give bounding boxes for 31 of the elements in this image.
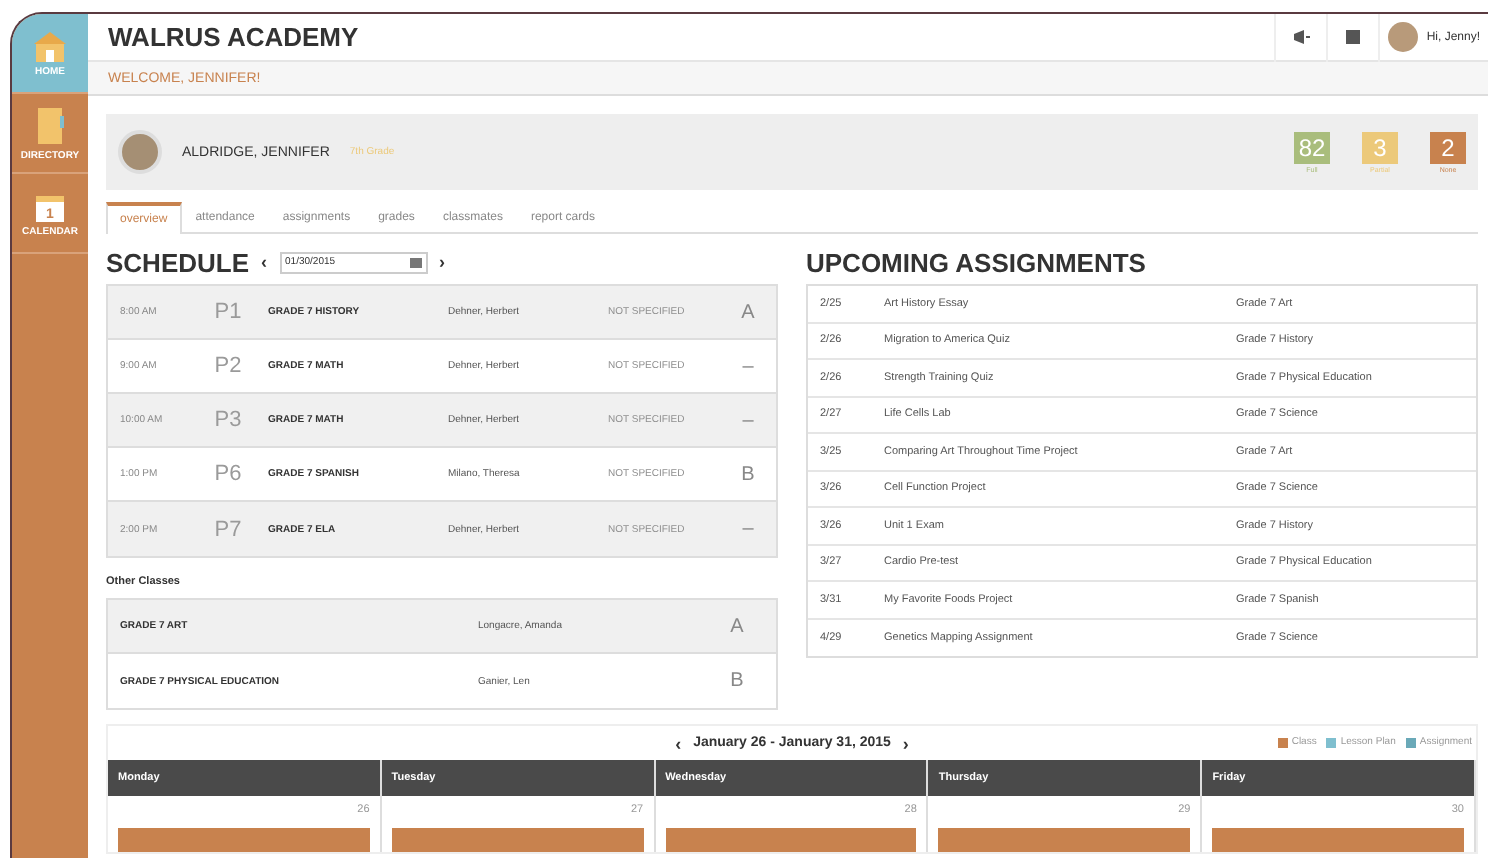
period-label: P2 xyxy=(212,354,244,378)
next-button[interactable]: › xyxy=(902,733,909,753)
grade-letter: – xyxy=(740,409,756,431)
calendar-event[interactable] xyxy=(938,828,1191,852)
prev-button[interactable]: ‹ xyxy=(675,733,682,753)
stat-value: 3 xyxy=(1362,131,1398,163)
stat-value: 2 xyxy=(1430,131,1466,163)
app-title: WALRUS ACADEMY xyxy=(108,22,361,52)
grade-letter: A xyxy=(728,615,746,637)
grade-letter: B xyxy=(728,670,746,692)
grade-letter: – xyxy=(740,518,756,540)
school-icon xyxy=(30,29,70,61)
section-title: SCHEDULE xyxy=(106,247,250,277)
next-button[interactable]: › xyxy=(439,252,446,272)
period-label: P7 xyxy=(212,517,244,541)
period-label: P3 xyxy=(212,408,244,432)
calendar-event[interactable] xyxy=(391,828,644,852)
grade-letter: B xyxy=(739,463,757,485)
calendar-event[interactable] xyxy=(118,828,370,852)
calendar-event[interactable] xyxy=(1212,828,1464,852)
grade-letter: – xyxy=(740,355,756,377)
avatar xyxy=(118,130,162,174)
stat-value: 82 xyxy=(1294,131,1330,163)
period-label: P1 xyxy=(212,300,244,324)
megaphone-icon xyxy=(1293,30,1310,44)
prev-button[interactable]: ‹ xyxy=(261,252,268,272)
grade-letter: A xyxy=(739,301,757,323)
section-title: UPCOMING ASSIGNMENTS xyxy=(806,247,1146,277)
calendar-event[interactable] xyxy=(665,828,917,852)
avatar xyxy=(1388,22,1419,52)
period-label: P6 xyxy=(212,462,244,486)
